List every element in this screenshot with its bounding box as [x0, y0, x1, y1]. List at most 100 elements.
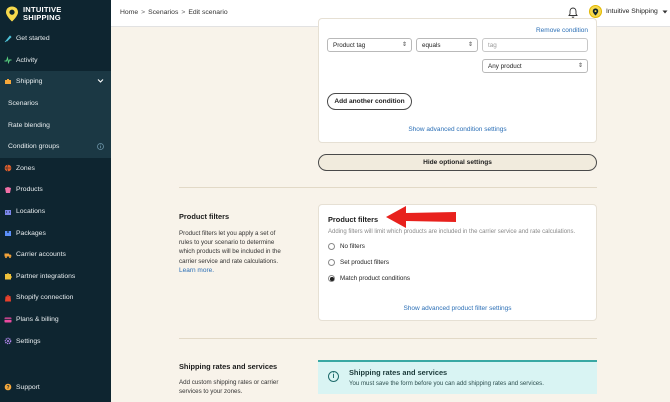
- remove-condition-link[interactable]: Remove condition: [536, 27, 588, 34]
- sidebar-item-scenarios[interactable]: Scenarios: [0, 92, 111, 115]
- sidebar-item-packages[interactable]: Packages: [0, 222, 111, 244]
- svg-text:?: ?: [6, 385, 9, 391]
- sidebar-item-label: Shipping: [16, 78, 43, 86]
- sidebar-item-label: Packages: [16, 229, 46, 237]
- select-value: equals: [422, 42, 441, 49]
- input-placeholder: tag: [488, 42, 497, 49]
- gear-icon: [4, 337, 12, 345]
- shipping-rates-info-banner: i Shipping rates and services You must s…: [318, 360, 597, 394]
- sidebar-item-label: Partner integrations: [16, 272, 76, 280]
- location-pin-logo-icon: [6, 6, 18, 22]
- sidebar-item-support[interactable]: ? Support: [0, 376, 111, 398]
- box-icon: [5, 231, 11, 237]
- condition-operator-select[interactable]: equals ⇕: [416, 38, 478, 52]
- learn-more-link[interactable]: Learn more.: [179, 267, 214, 274]
- sidebar-item-label: Activity: [16, 56, 38, 64]
- breadcrumb-current: Edit scenario: [188, 9, 228, 16]
- button-label: Hide optional settings: [423, 159, 492, 166]
- sidebar-item-products[interactable]: Products: [0, 179, 111, 201]
- radio-label: Match product conditions: [340, 275, 411, 282]
- breadcrumb-scenarios[interactable]: Scenarios: [148, 9, 178, 16]
- shipping-rates-section-title: Shipping rates and services: [179, 362, 278, 371]
- radio-button-selected[interactable]: [328, 275, 335, 282]
- sidebar-item-condition-groups[interactable]: Condition groups: [0, 135, 111, 158]
- select-value: Any product: [488, 63, 522, 70]
- product-filters-help-text: Adding filters will limit which products…: [328, 229, 576, 235]
- radio-no-filters[interactable]: No filters: [328, 243, 365, 250]
- sidebar-item-activity[interactable]: Activity: [0, 50, 111, 72]
- sidebar-item-label: Get started: [16, 35, 50, 43]
- sidebar-item-locations[interactable]: Locations: [0, 201, 111, 223]
- product-filters-section-desc: Product filters let you apply a set of r…: [179, 229, 289, 275]
- sidebar-item-label: Condition groups: [8, 143, 60, 151]
- sidebar-item-shipping[interactable]: Shipping: [0, 71, 111, 93]
- sidebar-item-label: Locations: [16, 208, 46, 216]
- account-name: Intuitive Shipping: [606, 8, 658, 15]
- sidebar-item-carrier-accounts[interactable]: Carrier accounts: [0, 244, 111, 266]
- caret-down-icon: [662, 10, 668, 13]
- info-circle-icon: i: [328, 371, 339, 382]
- activity-icon: [4, 56, 12, 65]
- radio-button[interactable]: [328, 259, 335, 266]
- condition-value-input[interactable]: tag: [482, 38, 588, 52]
- banner-text: You must save the form before you can ad…: [349, 380, 544, 387]
- condition-field-select[interactable]: Product tag ⇕: [327, 38, 412, 52]
- sidebar-item-label: Rate blending: [8, 121, 50, 129]
- sidebar-item-get-started[interactable]: Get started: [0, 28, 111, 50]
- select-arrows-icon: ⇕: [401, 42, 407, 48]
- puzzle-icon: [5, 273, 12, 280]
- main-content: Remove condition Product tag ⇕ equals ⇕ …: [111, 18, 670, 402]
- sidebar-item-partner-integrations[interactable]: Partner integrations: [0, 266, 111, 288]
- section-divider: [179, 187, 597, 188]
- sidebar-item-shopify-connection[interactable]: Shopify connection: [0, 287, 111, 309]
- shipping-rates-section-desc: Add custom shipping rates or carrier ser…: [179, 379, 279, 396]
- advanced-filter-row: Show advanced product filter settings: [319, 305, 596, 312]
- sidebar-item-label: Plans & billing: [16, 316, 59, 324]
- section-divider: [179, 338, 597, 339]
- sidebar-item-label: Zones: [16, 164, 35, 172]
- support-icon: ?: [4, 383, 12, 391]
- breadcrumb: Home > Scenarios > Edit scenario: [120, 9, 228, 16]
- location-pin-icon: [592, 8, 599, 15]
- brand-name: INTUITIVE SHIPPING: [23, 6, 62, 22]
- sidebar-item-plans-billing[interactable]: Plans & billing: [0, 309, 111, 331]
- sidebar: INTUITIVE SHIPPING Get started Activity …: [0, 0, 111, 402]
- radio-button[interactable]: [328, 243, 335, 250]
- shipping-icon: [5, 78, 11, 84]
- building-icon: [5, 209, 11, 215]
- account-menu[interactable]: Intuitive Shipping: [589, 5, 668, 18]
- advanced-condition-row: Show advanced condition settings: [319, 126, 596, 133]
- sidebar-item-label: Support: [16, 383, 40, 391]
- select-value: Product tag: [333, 42, 366, 49]
- select-arrows-icon: ⇕: [577, 63, 583, 69]
- hide-optional-settings-button[interactable]: Hide optional settings: [318, 154, 597, 171]
- radio-label: Set product filters: [340, 259, 389, 266]
- add-another-condition-button[interactable]: Add another condition: [327, 93, 412, 110]
- sidebar-item-label: Settings: [16, 337, 41, 345]
- sidebar-item-settings[interactable]: Settings: [0, 330, 111, 352]
- radio-match-product-conditions[interactable]: Match product conditions: [328, 275, 410, 282]
- sidebar-item-rate-blending[interactable]: Rate blending: [0, 114, 111, 136]
- condition-match-select[interactable]: Any product ⇕: [482, 59, 588, 73]
- brand-line-2: SHIPPING: [23, 13, 61, 22]
- sidebar-item-zones[interactable]: Zones: [0, 158, 111, 180]
- chevron-down-icon: [97, 78, 104, 86]
- show-advanced-product-filter-settings-link[interactable]: Show advanced product filter settings: [403, 305, 511, 312]
- breadcrumb-separator: >: [181, 9, 186, 16]
- info-icon: [97, 143, 104, 152]
- truck-icon: [4, 253, 12, 258]
- conditions-card: Remove condition Product tag ⇕ equals ⇕ …: [318, 18, 597, 143]
- sidebar-nav: Get started Activity Shipping Scenarios …: [0, 28, 111, 352]
- select-arrows-icon: ⇕: [467, 42, 473, 48]
- product-filters-section-title: Product filters: [179, 212, 230, 221]
- shopify-icon: [5, 294, 11, 302]
- button-label: Add another condition: [334, 98, 405, 105]
- annotation-arrow: [386, 206, 456, 228]
- brand-logo[interactable]: INTUITIVE SHIPPING: [0, 0, 111, 28]
- show-advanced-condition-settings-link[interactable]: Show advanced condition settings: [408, 126, 506, 133]
- breadcrumb-home[interactable]: Home: [120, 9, 138, 16]
- radio-set-product-filters[interactable]: Set product filters: [328, 259, 389, 266]
- sidebar-item-label: Scenarios: [8, 100, 39, 108]
- sidebar-item-label: Shopify connection: [16, 294, 74, 302]
- banner-title: Shipping rates and services: [349, 368, 448, 377]
